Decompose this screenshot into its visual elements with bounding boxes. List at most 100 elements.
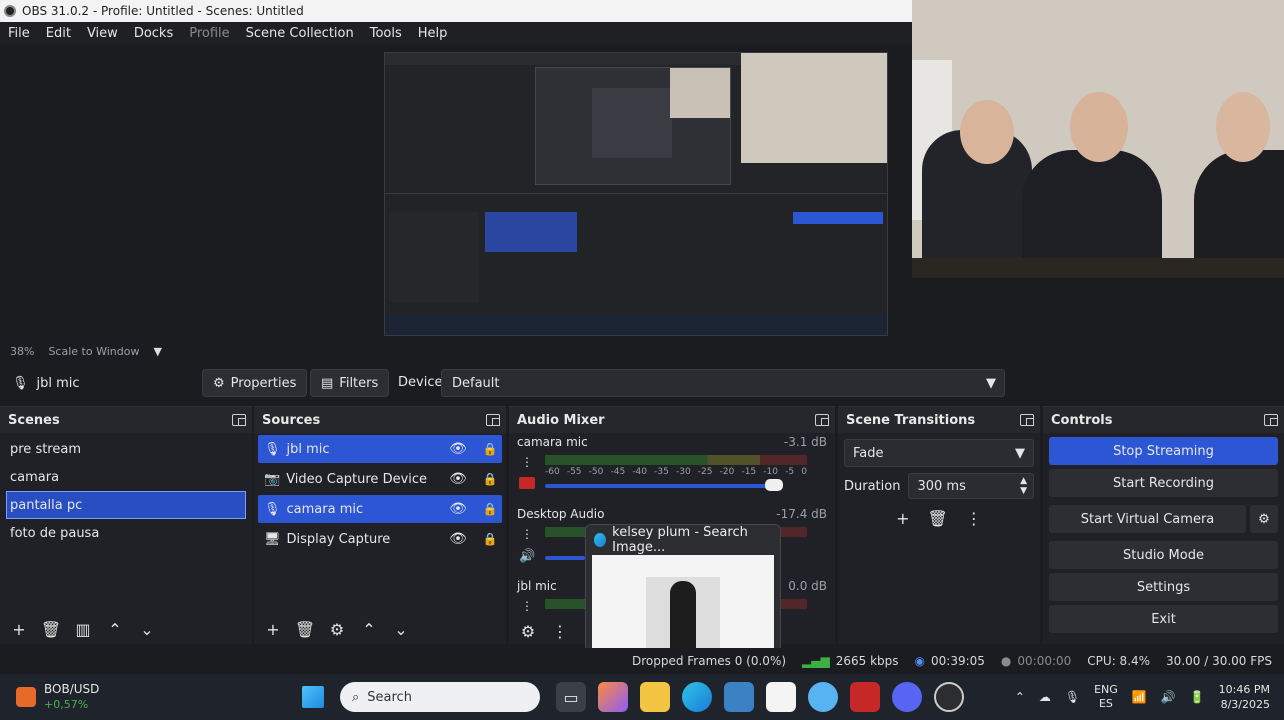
visibility-eye-icon[interactable]: 👁 — [444, 531, 472, 547]
chevron-up-icon[interactable]: ⌃ — [1015, 690, 1025, 704]
menu-file[interactable]: File — [0, 26, 38, 41]
ticker-widget[interactable]: BOB/USD +0,57% — [16, 682, 296, 712]
menu-scene-collection[interactable]: Scene Collection — [238, 26, 362, 41]
undock-icon[interactable] — [486, 414, 500, 426]
mute-icon[interactable] — [519, 477, 535, 489]
discord-icon[interactable] — [892, 682, 922, 712]
nested-docks — [385, 193, 887, 313]
kebab-menu-icon[interactable]: ⋮ — [521, 599, 533, 613]
ticker-name: BOB/USD — [44, 682, 100, 696]
chevron-down-icon[interactable]: ▼ — [153, 345, 161, 358]
spinner-icon[interactable]: ▲ ▼ — [1020, 476, 1027, 496]
scene-item[interactable]: pre stream — [0, 435, 252, 463]
menu-edit[interactable]: Edit — [38, 26, 79, 41]
add-icon[interactable]: + — [260, 617, 286, 641]
gear-icon[interactable]: ⚙ — [515, 619, 541, 643]
scene-item-selected[interactable]: pantalla pc — [6, 491, 246, 519]
speaker-icon[interactable]: 🔊 — [1161, 690, 1176, 704]
trash-icon[interactable]: 🗑 — [292, 617, 318, 641]
trash-icon[interactable]: 🗑 — [928, 509, 948, 528]
scale-mode[interactable]: Scale to Window — [48, 345, 139, 358]
duration-input[interactable]: 300 ms ▲ ▼ — [908, 473, 1034, 499]
audio-mixer-title: Audio Mixer — [517, 412, 605, 428]
undock-icon[interactable] — [1020, 414, 1034, 426]
task-view-icon[interactable]: ▭ — [556, 682, 586, 712]
settings-button[interactable]: Settings — [1049, 573, 1278, 601]
popup-thumbnail — [592, 555, 774, 651]
source-item[interactable]: 🖥 Display Capture 👁 🔒 — [258, 525, 502, 553]
studio-mode-button[interactable]: Studio Mode — [1049, 541, 1278, 569]
taskbar-search[interactable]: ⌕ Search — [340, 682, 540, 712]
menu-profile[interactable]: Profile — [181, 26, 237, 41]
battery-icon[interactable]: 🔋 — [1190, 690, 1205, 704]
edge-icon — [594, 533, 607, 547]
visibility-eye-icon[interactable]: 👁 — [444, 501, 472, 517]
arrow-down-icon[interactable]: ⌄ — [134, 617, 160, 641]
store-icon[interactable] — [766, 682, 796, 712]
add-icon[interactable]: + — [6, 617, 32, 641]
kebab-menu-icon[interactable]: ⋮ — [521, 455, 533, 469]
arrow-up-icon[interactable]: ⌃ — [356, 617, 382, 641]
lock-icon[interactable]: 🔒 — [478, 502, 502, 516]
obs-icon[interactable] — [934, 682, 964, 712]
windows-taskbar: BOB/USD +0,57% ⌕ Search ▭ ⌃ ☁ 🎙 ENG ES 📶… — [0, 674, 1284, 720]
trash-icon[interactable]: 🗑 — [38, 617, 64, 641]
menu-docks[interactable]: Docks — [126, 26, 181, 41]
source-item[interactable]: 📷 Video Capture Device 👁 🔒 — [258, 465, 502, 493]
virtual-camera-settings-button[interactable]: ⚙ — [1250, 505, 1278, 533]
visibility-eye-icon[interactable]: 👁 — [444, 441, 472, 457]
undock-icon[interactable] — [815, 414, 829, 426]
wifi-icon[interactable]: 📶 — [1132, 690, 1147, 704]
filter-icon[interactable]: ▥ — [70, 617, 96, 641]
shield-icon[interactable] — [850, 682, 880, 712]
gear-icon: ⚙ — [213, 375, 225, 391]
app-icon[interactable] — [724, 682, 754, 712]
language-indicator[interactable]: ENG ES — [1094, 683, 1118, 711]
stop-streaming-button[interactable]: Stop Streaming — [1049, 437, 1278, 465]
edge-icon[interactable] — [682, 682, 712, 712]
filters-button[interactable]: ▤ Filters — [310, 369, 390, 397]
start-virtual-camera-button[interactable]: Start Virtual Camera — [1049, 505, 1246, 533]
scene-item[interactable]: camara — [0, 463, 252, 491]
undock-icon[interactable] — [1264, 414, 1278, 426]
lock-icon[interactable]: 🔒 — [478, 532, 502, 546]
start-recording-button[interactable]: Start Recording — [1049, 469, 1278, 497]
file-explorer-icon[interactable] — [640, 682, 670, 712]
source-item[interactable]: 🎙 jbl mic 👁 🔒 — [258, 435, 502, 463]
chrome-icon[interactable] — [808, 682, 838, 712]
transition-select[interactable]: Fade ▼ — [844, 439, 1034, 467]
scene-transitions-dock: Scene Transitions Fade ▼ Duration 300 ms… — [838, 406, 1040, 644]
preview-status: 38% Scale to Window ▼ — [0, 342, 1284, 360]
volume-slider[interactable] — [545, 479, 783, 491]
scene-transitions-title: Scene Transitions — [846, 412, 976, 428]
copilot-icon[interactable] — [598, 682, 628, 712]
mic-icon[interactable]: 🎙 — [1065, 690, 1080, 704]
menu-help[interactable]: Help — [410, 26, 456, 41]
exit-button[interactable]: Exit — [1049, 605, 1278, 633]
kebab-menu-icon[interactable]: ⋮ — [966, 509, 982, 528]
windows-start-icon[interactable] — [302, 686, 324, 708]
kebab-menu-icon[interactable]: ⋮ — [521, 527, 533, 541]
scene-item[interactable]: foto de pausa — [0, 519, 252, 547]
menu-tools[interactable]: Tools — [362, 26, 410, 41]
volume-slider[interactable] — [545, 556, 585, 560]
source-item[interactable]: 🎙 camara mic 👁 🔒 — [258, 495, 502, 523]
lock-icon[interactable]: 🔒 — [478, 472, 502, 486]
gear-icon[interactable]: ⚙ — [324, 617, 350, 641]
speaker-icon[interactable]: 🔊 — [519, 549, 535, 564]
properties-button[interactable]: ⚙ Properties — [202, 369, 308, 397]
obs-logo-icon — [4, 5, 16, 17]
device-select[interactable]: Default ▼ — [441, 369, 1005, 397]
kebab-menu-icon[interactable]: ⋮ — [547, 619, 573, 643]
mixer-channel: camara mic -3.1 dB -60 -55 -50 -45 -40 -35 -30-… — [509, 433, 835, 505]
lock-icon[interactable]: 🔒 — [478, 442, 502, 456]
clock[interactable]: 10:46 PM 8/3/2025 — [1219, 682, 1270, 712]
add-icon[interactable]: + — [896, 509, 909, 528]
arrow-down-icon[interactable]: ⌄ — [388, 617, 414, 641]
undock-icon[interactable] — [232, 414, 246, 426]
visibility-eye-icon[interactable]: 👁 — [444, 471, 472, 487]
taskbar-preview-popup[interactable]: kelsey plum - Search Image... — [585, 524, 781, 658]
cloud-icon[interactable]: ☁ — [1039, 690, 1051, 704]
menu-view[interactable]: View — [79, 26, 126, 41]
arrow-up-icon[interactable]: ⌃ — [102, 617, 128, 641]
